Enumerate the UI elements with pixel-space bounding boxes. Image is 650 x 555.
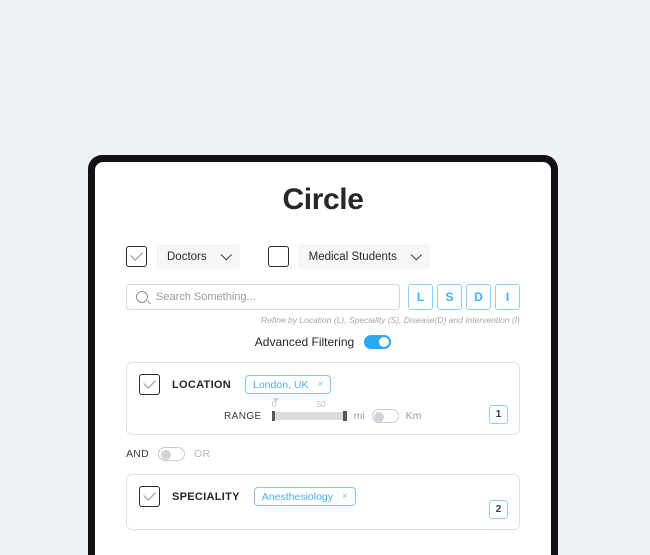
range-slider[interactable]: 0 50 <box>271 398 347 421</box>
toggle-knob <box>160 450 171 460</box>
range-label: RANGE <box>224 410 262 422</box>
chip-location[interactable]: London, UK × <box>245 375 332 394</box>
range-caret-icon <box>272 398 279 402</box>
filter-badge-speciality: 2 <box>489 500 508 519</box>
chip-speciality[interactable]: Anesthesiology × <box>253 487 356 506</box>
refine-buttons: L S D I <box>408 284 520 310</box>
filter-card-speciality-header: SPECIALITY Anesthesiology × <box>139 486 507 507</box>
chevron-down-icon <box>410 248 422 261</box>
dropdown-doctors[interactable]: Doctors <box>156 244 240 269</box>
checkbox-doctors[interactable] <box>126 246 147 267</box>
refine-button-speciality[interactable]: S <box>437 284 462 310</box>
range-slider-track <box>271 412 347 420</box>
dropdown-medical-students[interactable]: Medical Students <box>297 244 430 269</box>
audience-selector-row: Doctors Medical Students <box>126 244 520 269</box>
filter-card-speciality: SPECIALITY Anesthesiology × 2 <box>126 474 520 530</box>
logic-operator-and-label: AND <box>126 448 150 460</box>
search-hint: Refine by Location (L), Speciality (S), … <box>261 315 520 325</box>
unit-label-mi: mi <box>353 410 365 422</box>
advanced-filtering-label: Advanced Filtering <box>254 335 355 349</box>
dropdown-medical-students-label: Medical Students <box>308 250 397 263</box>
audience-group-doctors: Doctors <box>126 244 240 269</box>
logic-operator-or-label: OR <box>194 448 211 460</box>
advanced-filtering-toggle[interactable] <box>364 335 392 349</box>
toggle-knob <box>374 412 385 422</box>
dropdown-doctors-label: Doctors <box>167 250 207 263</box>
search-row: Search Something... L S D I <box>126 284 520 310</box>
refine-button-intervention[interactable]: I <box>495 284 520 310</box>
filter-card-location-header: LOCATION London, UK × <box>139 374 507 395</box>
checkbox-location[interactable] <box>139 374 160 395</box>
advanced-filtering-row: Advanced Filtering <box>126 335 520 349</box>
range-slider-handle-max[interactable] <box>343 411 347 421</box>
page-title: Circle <box>282 183 364 216</box>
search-placeholder: Search Something... <box>156 291 256 303</box>
refine-button-disease[interactable]: D <box>466 284 491 310</box>
toggle-knob <box>379 337 390 347</box>
filter-card-location: LOCATION London, UK × RANGE 0 50 mi Km 1 <box>126 362 520 435</box>
filter-badge-location: 1 <box>489 405 508 424</box>
unit-toggle[interactable] <box>371 409 399 423</box>
range-tick-labels: 0 50 <box>272 398 347 410</box>
checkbox-speciality[interactable] <box>139 486 160 507</box>
search-icon <box>136 291 148 303</box>
range-row: RANGE 0 50 mi Km <box>224 398 507 423</box>
filter-title-location: LOCATION <box>172 378 232 391</box>
logic-operator-toggle[interactable] <box>158 447 186 461</box>
audience-group-medical-students: Medical Students <box>267 244 430 269</box>
refine-button-location[interactable]: L <box>408 284 433 310</box>
logic-operator-row: AND OR <box>126 447 520 461</box>
unit-label-km: Km <box>405 410 422 422</box>
chip-location-label: London, UK <box>253 378 309 391</box>
filter-title-speciality: SPECIALITY <box>172 490 240 503</box>
search-input[interactable]: Search Something... <box>126 284 400 310</box>
checkbox-medical-students[interactable] <box>267 246 289 267</box>
device-frame: Circle Doctors Medical Students Search S… <box>88 155 558 555</box>
range-slider-handle-min[interactable] <box>271 411 276 421</box>
range-tick-max: 50 <box>316 400 326 409</box>
chevron-down-icon <box>220 248 232 261</box>
app-screen: Circle Doctors Medical Students Search S… <box>95 162 551 555</box>
close-icon[interactable]: × <box>318 379 324 390</box>
chip-speciality-label: Anesthesiology <box>261 490 334 503</box>
close-icon[interactable]: × <box>342 491 348 502</box>
